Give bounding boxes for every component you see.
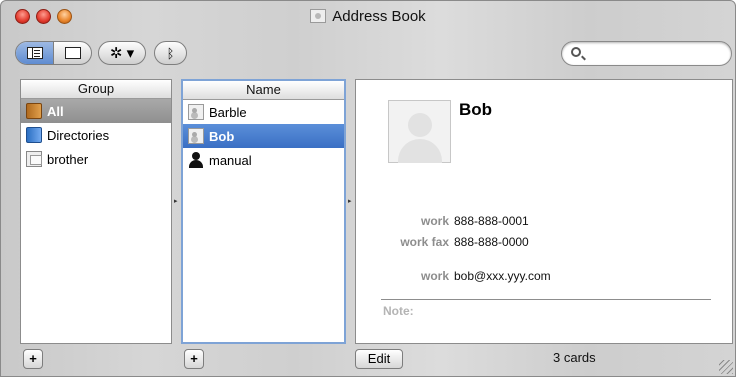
name-item-bob[interactable]: Bob <box>183 124 344 148</box>
group-list: Group All Directories brother <box>20 79 172 344</box>
name-item-label: Bob <box>209 128 235 144</box>
group-item-label: brother <box>47 151 89 167</box>
splitter-handle-right[interactable]: ▸ <box>348 198 352 205</box>
search-icon <box>571 47 581 57</box>
card-icon <box>188 128 204 144</box>
view-card-only-button[interactable] <box>53 42 91 64</box>
title-bar: Address Book <box>1 1 735 35</box>
add-card-button[interactable]: + <box>184 349 204 369</box>
name-item-label: Barble <box>209 104 247 120</box>
group-item-label: All <box>47 103 64 119</box>
name-item-label: manual <box>209 152 252 168</box>
name-item-manual[interactable]: manual <box>183 148 344 172</box>
name-column-header[interactable]: Name <box>183 81 344 100</box>
contact-card: Bob work 888-888-0001 work fax 888-888-0… <box>355 79 733 344</box>
card-icon <box>188 104 204 120</box>
card-count: 3 cards <box>553 350 596 365</box>
email-field-work: work bob@xxx.yyy.com <box>356 269 696 283</box>
columns-view-icon <box>26 47 43 59</box>
field-label[interactable]: work <box>356 214 454 228</box>
group-column-header[interactable]: Group <box>21 80 171 99</box>
action-menu-button[interactable]: ✲ ▾ <box>98 41 146 65</box>
group-item-all[interactable]: All <box>21 99 171 123</box>
person-icon <box>188 152 204 168</box>
address-book-window: Address Book ✲ ▾ ᛒ Group All Directories… <box>0 0 736 377</box>
edit-button[interactable]: Edit <box>355 349 403 369</box>
field-value: 888-888-0000 <box>454 235 529 249</box>
phone-field-work-fax: work fax 888-888-0000 <box>356 235 696 249</box>
phone-field-work: work 888-888-0001 <box>356 214 696 228</box>
field-value[interactable]: bob@xxx.yyy.com <box>454 269 551 283</box>
resize-grip-icon[interactable] <box>719 360 733 374</box>
group-item-brother[interactable]: brother <box>21 147 171 171</box>
view-columns-button[interactable] <box>16 42 53 64</box>
contact-photo-placeholder[interactable] <box>388 100 451 163</box>
splitter-handle-left[interactable]: ▸ <box>174 198 178 205</box>
note-divider <box>381 299 711 300</box>
contact-name: Bob <box>459 100 493 119</box>
group-item-label: Directories <box>47 127 110 143</box>
card-view-icon <box>64 47 81 59</box>
name-item-barble[interactable]: Barble <box>183 100 344 124</box>
window-title-text: Address Book <box>332 8 426 25</box>
group-icon <box>26 151 42 167</box>
address-book-icon <box>26 103 42 119</box>
search-field[interactable] <box>561 41 732 66</box>
note-field[interactable]: Note: <box>383 304 414 318</box>
bluetooth-button[interactable]: ᛒ <box>154 41 187 65</box>
view-segmented-control[interactable] <box>15 41 92 65</box>
field-label[interactable]: work <box>356 269 454 283</box>
bluetooth-icon: ᛒ <box>166 45 175 61</box>
group-item-directories[interactable]: Directories <box>21 123 171 147</box>
add-group-button[interactable]: + <box>23 349 43 369</box>
directory-icon <box>26 127 42 143</box>
name-list: Name Barble Bob manual <box>181 79 346 344</box>
window-title: Address Book <box>1 8 735 25</box>
gear-icon: ✲ ▾ <box>109 45 135 62</box>
address-book-title-icon <box>310 9 327 23</box>
field-value: 888-888-0001 <box>454 214 529 228</box>
field-label[interactable]: work fax <box>356 235 454 249</box>
